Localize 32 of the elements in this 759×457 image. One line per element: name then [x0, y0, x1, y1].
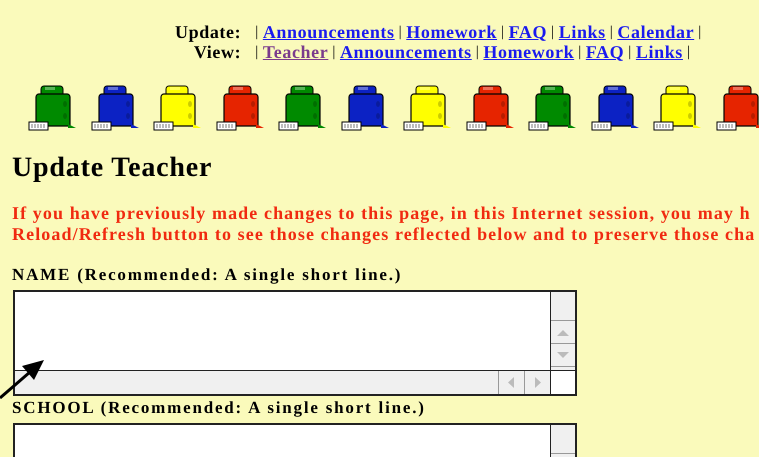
- warning-text: If you have previously made changes to this page, in this Internet session, you may h: [12, 203, 752, 224]
- page-heading: Update Teacher: [12, 153, 214, 183]
- separator: |: [686, 43, 691, 62]
- vertical-scrollbar[interactable]: [550, 292, 575, 370]
- separator: |: [551, 23, 555, 42]
- separator: |: [332, 43, 336, 62]
- nav-label: View:: [192, 42, 242, 62]
- separator: |: [398, 23, 402, 42]
- separator: |: [255, 43, 259, 62]
- warning-text: Reload/Refresh button to see those changes reflected below and to preserve those cha: [12, 224, 756, 245]
- nav-link[interactable]: Links: [636, 42, 683, 62]
- nav-link[interactable]: FAQ: [586, 42, 624, 62]
- nav-label: Update:: [175, 22, 242, 42]
- nav-link[interactable]: Calendar: [617, 22, 694, 42]
- separator: |: [578, 43, 582, 62]
- nav-link[interactable]: Links: [558, 22, 606, 42]
- nav-link[interactable]: FAQ: [508, 22, 548, 42]
- nav-link[interactable]: Teacher: [262, 42, 328, 62]
- text-area-field[interactable]: [13, 290, 577, 396]
- separator: |: [255, 23, 259, 42]
- nav-link[interactable]: Announcements: [340, 42, 472, 62]
- separator: |: [501, 23, 505, 42]
- separator: |: [476, 43, 480, 62]
- separator: |: [628, 43, 632, 62]
- nav-link[interactable]: Announcements: [262, 22, 395, 42]
- field-label: SCHOOL (Recommended: A single short line.): [12, 399, 427, 417]
- nav-link[interactable]: Homework: [483, 42, 574, 62]
- horizontal-scrollbar[interactable]: [15, 371, 550, 394]
- nav-link[interactable]: Homework: [406, 22, 498, 42]
- separator: |: [610, 23, 614, 42]
- field-label: NAME (Recommended: A single short line.): [12, 266, 404, 284]
- separator: |: [698, 23, 702, 42]
